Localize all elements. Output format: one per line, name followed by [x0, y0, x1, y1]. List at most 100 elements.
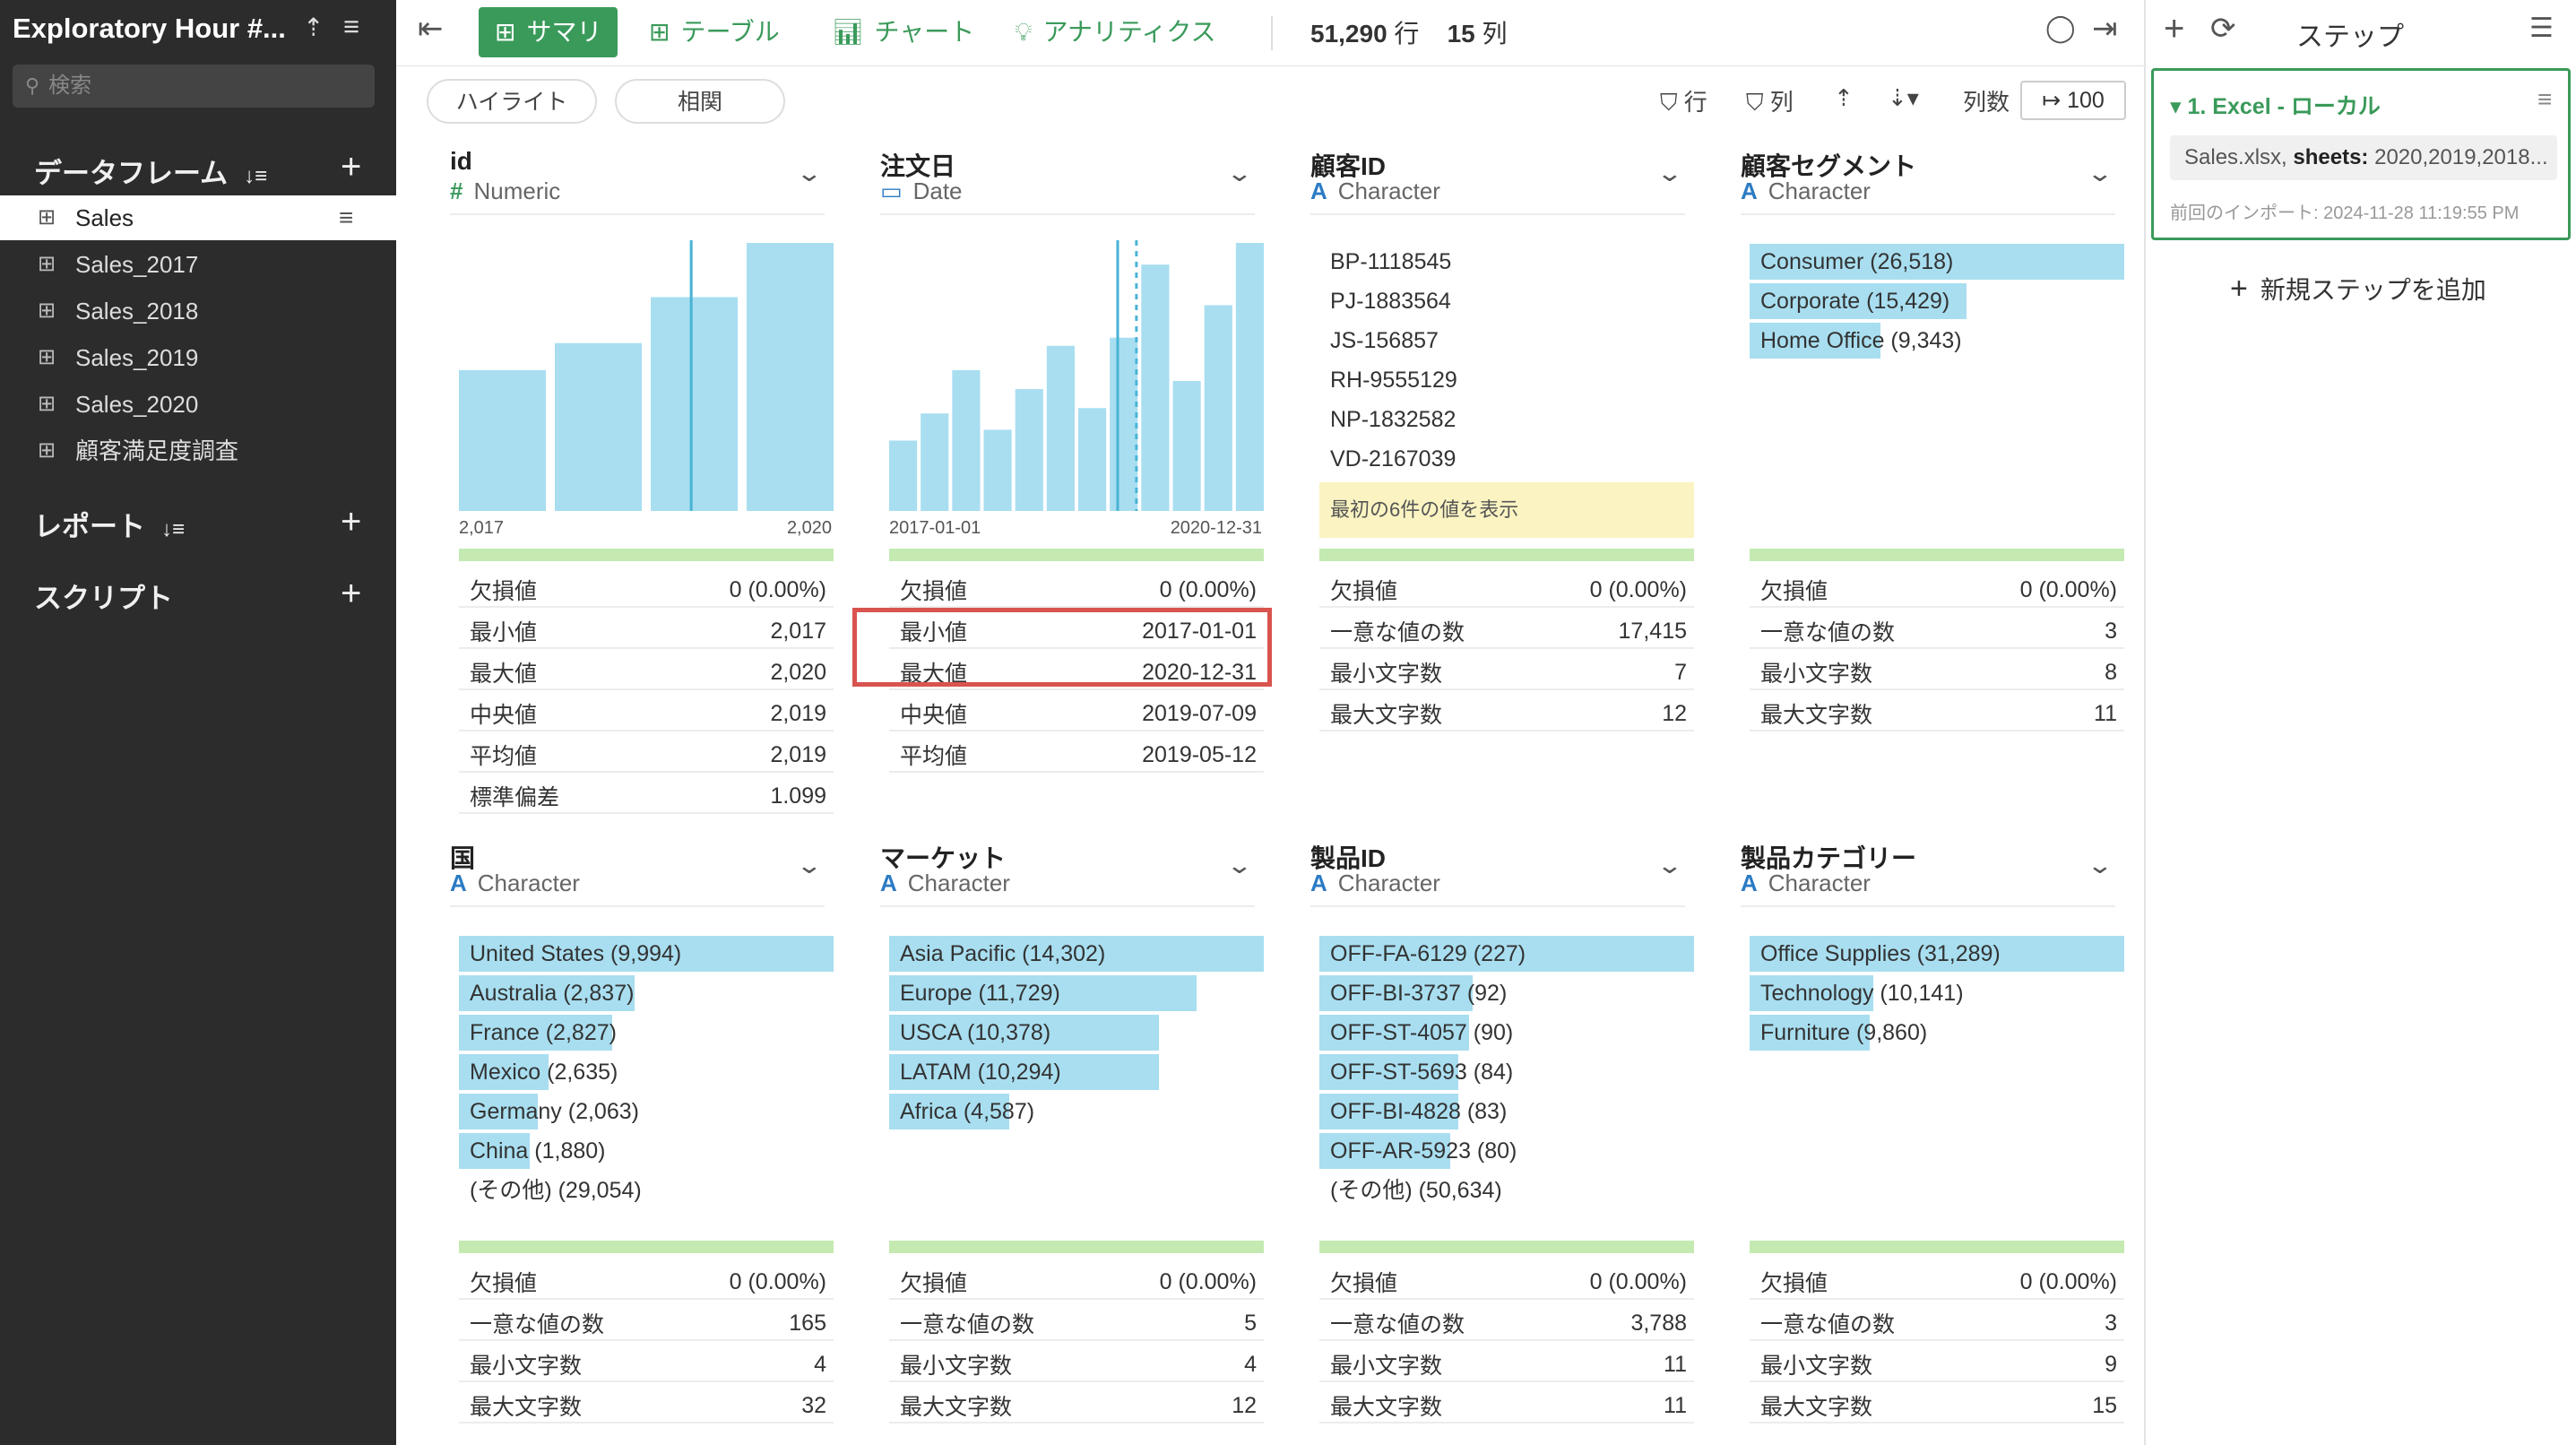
dataframes-section[interactable]: データフレーム ↓≡ [34, 151, 267, 191]
sidebar-item-dataframe[interactable]: ⊞ Sales_2019 [0, 335, 396, 380]
value-bar-row[interactable]: Office Supplies (31,289) [1750, 936, 2124, 972]
tab-table[interactable]: ⊞ テーブル [649, 7, 780, 57]
value-bar-row[interactable]: Home Office (9,343) [1750, 323, 2124, 359]
value-bar-row[interactable]: Consumer (26,518) [1750, 244, 2124, 280]
stat-value: 2019-07-09 [1142, 701, 1257, 726]
sort-icon[interactable]: ↓≡ [161, 517, 185, 541]
tab-analytics[interactable]: 💡︎ アナリティクス [1015, 7, 1216, 57]
stat-label: 欠損値 [470, 579, 538, 604]
sort-desc-icon[interactable]: ⇣▾ [1888, 84, 1919, 112]
add-script-button[interactable]: + [341, 575, 361, 611]
stat-label: 最小文字数 [900, 1354, 1013, 1379]
value-bar-row[interactable]: Furniture (9,860) [1750, 1015, 2124, 1051]
value-bar-row[interactable]: OFF-ST-4057 (90) [1319, 1015, 1694, 1051]
item-menu-icon[interactable]: ≡ [339, 195, 353, 240]
highlight-button[interactable]: ハイライト [427, 79, 597, 124]
value-bar-row[interactable]: France (2,827) [459, 1015, 834, 1051]
sidebar-item-dataframe[interactable]: ⊞ Sales ≡ [0, 195, 396, 240]
sidebar-item-dataframe[interactable]: ⊞ Sales_2020 [0, 382, 396, 427]
tab-chart[interactable]: 📊︎ チャート [832, 7, 974, 57]
reports-section[interactable]: レポート ↓≡ [34, 504, 185, 544]
completeness-bar [1750, 1241, 2124, 1253]
value-bar-row[interactable]: (その他) (50,634) [1319, 1172, 1694, 1208]
search-input[interactable]: ⚲ 検索 [13, 65, 375, 108]
value-label: Australia (2,837) [470, 981, 635, 1006]
tab-summary[interactable]: ⊞ サマリ [479, 7, 618, 57]
stat-value: 0 (0.00%) [1159, 1269, 1257, 1294]
col-filter-button[interactable]: ⛉ 列 [1746, 84, 1794, 117]
add-icon[interactable]: + [2164, 9, 2184, 49]
value-label: Germany (2,063) [470, 1099, 639, 1124]
stat-value: 2,019 [770, 701, 826, 726]
stat-label: 欠損値 [900, 1271, 968, 1296]
step-menu-icon[interactable]: ≡ [2537, 85, 2552, 114]
value-bar-row[interactable]: OFF-BI-4828 (83) [1319, 1094, 1694, 1129]
value-bar-row[interactable]: (その他) (29,054) [459, 1172, 834, 1208]
row-col-count: 51,290 行 15 列 [1310, 14, 1508, 50]
value-bar-row[interactable]: LATAM (10,294) [889, 1054, 1264, 1090]
collapse-right-icon[interactable]: ⇥ [2092, 11, 2118, 47]
correlation-button[interactable]: 相関 [615, 79, 785, 124]
stat-row: 欠損値 0 (0.00%) [1319, 1259, 1694, 1300]
stat-label: 最小文字数 [1330, 1354, 1443, 1379]
sidebar-item-dataframe[interactable]: ⊞ Sales_2018 [0, 289, 396, 333]
value-bar-row[interactable]: OFF-ST-5693 (84) [1319, 1054, 1694, 1090]
refresh-icon[interactable]: ⟳ [2210, 11, 2236, 47]
value-label: OFF-ST-4057 (90) [1330, 1020, 1514, 1045]
chevron-down-icon[interactable]: ⌄ [2087, 852, 2114, 879]
stat-row: 一意な値の数 3 [1750, 1300, 2124, 1341]
chevron-down-icon[interactable]: ⌄ [2087, 160, 2114, 187]
stat-row: 最大文字数 15 [1750, 1382, 2124, 1423]
value-bar-row[interactable]: China (1,880) [459, 1133, 834, 1169]
sort-asc-icon[interactable]: ⇡ [1834, 84, 1854, 112]
value-bar-row[interactable]: Technology (10,141) [1750, 975, 2124, 1011]
value-bar-row[interactable]: OFF-BI-3737 (92) [1319, 975, 1694, 1011]
upload-icon[interactable]: ⇡ [303, 13, 324, 42]
value-label: Office Supplies (31,289) [1760, 941, 2001, 966]
value-label: United States (9,994) [470, 941, 682, 966]
value-bar-row[interactable]: Corporate (15,429) [1750, 283, 2124, 319]
add-step-button[interactable]: + 新規ステップを追加 [2230, 271, 2486, 307]
sidebar-item-dataframe[interactable]: ⊞ Sales_2017 [0, 242, 396, 287]
grid-icon: ⊞ [495, 18, 516, 46]
col-count-input[interactable]: ↦ 100 [2020, 81, 2126, 120]
sort-icon[interactable]: ↓≡ [244, 164, 267, 188]
project-title[interactable]: Exploratory Hour #... [13, 13, 286, 45]
value-bar-row[interactable]: Australia (2,837) [459, 975, 834, 1011]
scripts-section[interactable]: スクリプト [34, 575, 173, 616]
settings-sliders-icon[interactable]: ☰ [2529, 13, 2554, 44]
value-label: Corporate (15,429) [1760, 289, 1950, 314]
stat-label: 最大値 [470, 662, 538, 687]
value-bar-row[interactable]: OFF-FA-6129 (227) [1319, 936, 1694, 972]
chevron-down-icon[interactable]: ⌄ [1226, 852, 1254, 879]
value-bar-row[interactable]: USCA (10,378) [889, 1015, 1264, 1051]
value-bar-row[interactable]: Africa (4,587) [889, 1094, 1264, 1129]
value-bar-row[interactable]: Europe (11,729) [889, 975, 1264, 1011]
value-bar-row[interactable]: Germany (2,063) [459, 1094, 834, 1129]
add-report-button[interactable]: + [341, 504, 361, 540]
value-label: OFF-ST-5693 (84) [1330, 1060, 1514, 1085]
value-bar-row[interactable]: Mexico (2,635) [459, 1054, 834, 1090]
comment-icon[interactable]: ◯ [2045, 13, 2076, 44]
value-bar-row[interactable]: Asia Pacific (14,302) [889, 936, 1264, 972]
histogram-bar [1015, 389, 1043, 511]
step-title[interactable]: ▾ 1. Excel - ローカル [2170, 89, 2381, 121]
value-bar-row[interactable]: United States (9,994) [459, 936, 834, 972]
stat-value: 0 (0.00%) [2019, 1269, 2117, 1294]
stat-label: 最大文字数 [1760, 1395, 1873, 1420]
triangle-down-icon: ▾ [2170, 94, 2182, 119]
chevron-down-icon[interactable]: ⌄ [1656, 852, 1684, 879]
plus-icon: + [2230, 272, 2248, 306]
value-bar-row[interactable]: OFF-AR-5923 (80) [1319, 1133, 1694, 1169]
menu-icon[interactable]: ≡ [343, 11, 359, 43]
add-dataframe-button[interactable]: + [341, 149, 361, 185]
step-card[interactable]: ▾ 1. Excel - ローカル ≡ Sales.xlsx, sheets: … [2151, 68, 2571, 240]
collapse-left-icon[interactable]: ⇤ [418, 11, 444, 47]
stat-label: 平均値 [900, 744, 968, 769]
stat-row: 平均値 2,019 [459, 731, 834, 773]
step-file: Sales.xlsx, [2184, 145, 2287, 169]
chevron-down-icon[interactable]: ⌄ [1656, 160, 1684, 187]
sidebar-item-dataframe[interactable]: ⊞ 顧客満足度調査 [0, 428, 396, 473]
row-filter-button[interactable]: ⛉ 行 [1660, 84, 1707, 117]
chevron-down-icon[interactable]: ⌄ [796, 852, 824, 879]
